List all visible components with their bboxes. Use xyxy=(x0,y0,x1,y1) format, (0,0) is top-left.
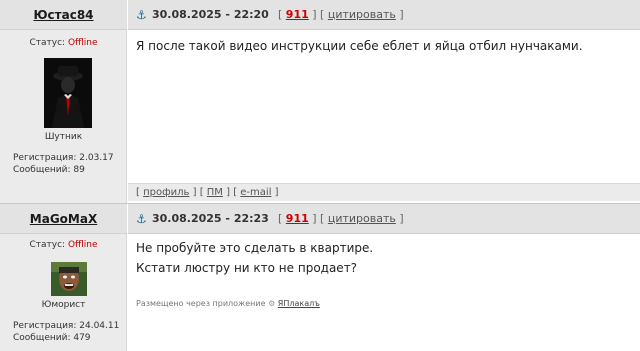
post-header: ⚓ 30.08.2025 - 22:23 [ 911 ] [ цитироват… xyxy=(128,204,640,234)
post-body xyxy=(128,0,640,203)
post-date: 30.08.2025 - 22:20 xyxy=(152,8,269,21)
anchor-icon[interactable]: ⚓ xyxy=(136,0,147,30)
profile-link[interactable]: профиль xyxy=(143,187,189,198)
registration-date: 24.04.11 xyxy=(79,321,120,331)
author-status: Статус: Offline xyxy=(29,240,98,250)
forum-post: Юстас84 ⚓ 30.08.2025 - 22:20 [ 911 ] [ ц… xyxy=(0,0,640,203)
author-username[interactable]: MaGoMaX xyxy=(30,212,97,226)
author-reginfo: Регистрация: 2.03.17 Сообщений: 89 xyxy=(13,153,114,175)
messages-count: 479 xyxy=(73,333,91,343)
messages-count: 89 xyxy=(73,165,85,175)
post-date: 30.08.2025 - 22:23 xyxy=(152,212,269,225)
anchor-icon[interactable]: ⚓ xyxy=(136,204,147,234)
avatar xyxy=(51,262,87,296)
post-text-line: Кстати люстру ни кто не продает? xyxy=(136,261,358,275)
gear-icon: ⚙ xyxy=(268,299,276,308)
author-status: Статус: Offline xyxy=(29,38,98,48)
post-number-link[interactable]: 911 xyxy=(286,8,309,21)
author-bar: Юстас84 xyxy=(0,0,127,30)
author-username[interactable]: Юстас84 xyxy=(33,8,93,22)
post-text-line: Я после такой видео инструкции себе ебле… xyxy=(136,39,583,53)
post-footer-links: [ профиль ] [ ПМ ] [ e-mail ] xyxy=(128,183,640,201)
author-rank: Юморист xyxy=(41,300,86,310)
quote-link[interactable]: цитировать xyxy=(328,8,396,21)
avatar xyxy=(44,58,92,128)
forum-post: MaGoMaX ⚓ 30.08.2025 - 22:23 [ 911 ] [ ц… xyxy=(0,204,640,351)
author-rank: Шутник xyxy=(44,132,83,142)
status-offline: Offline xyxy=(67,240,98,250)
forum-thread: Юстас84 ⚓ 30.08.2025 - 22:20 [ 911 ] [ ц… xyxy=(0,0,640,351)
post-text-line: Не пробуйте это сделать в квартире. xyxy=(136,241,374,255)
pm-link[interactable]: ПМ xyxy=(207,187,223,198)
avatar-image xyxy=(44,58,92,128)
posted-via-label: Размещено через приложение xyxy=(136,299,266,308)
post-number-link[interactable]: 911 xyxy=(286,212,309,225)
email-link[interactable]: e-mail xyxy=(240,187,271,198)
app-link[interactable]: ЯПлакалъ xyxy=(278,299,320,308)
post-meta: [ 911 ] [ цитировать ] xyxy=(278,8,404,21)
post-text: Не пробуйте это сделать в квартире. Кста… xyxy=(136,238,373,278)
post-header: ⚓ 30.08.2025 - 22:20 [ 911 ] [ цитироват… xyxy=(128,0,640,30)
post-text: Я после такой видео инструкции себе ебле… xyxy=(136,36,583,56)
author-reginfo: Регистрация: 24.04.11 Сообщений: 479 xyxy=(13,321,120,343)
status-offline: Offline xyxy=(67,38,98,48)
author-bar: MaGoMaX xyxy=(0,204,127,234)
post-meta: [ 911 ] [ цитировать ] xyxy=(278,212,404,225)
posted-via-app: Размещено через приложение ⚙ ЯПлакалъ xyxy=(136,298,320,310)
quote-link[interactable]: цитировать xyxy=(328,212,396,225)
registration-date: 2.03.17 xyxy=(79,153,114,163)
avatar-image xyxy=(51,262,87,296)
